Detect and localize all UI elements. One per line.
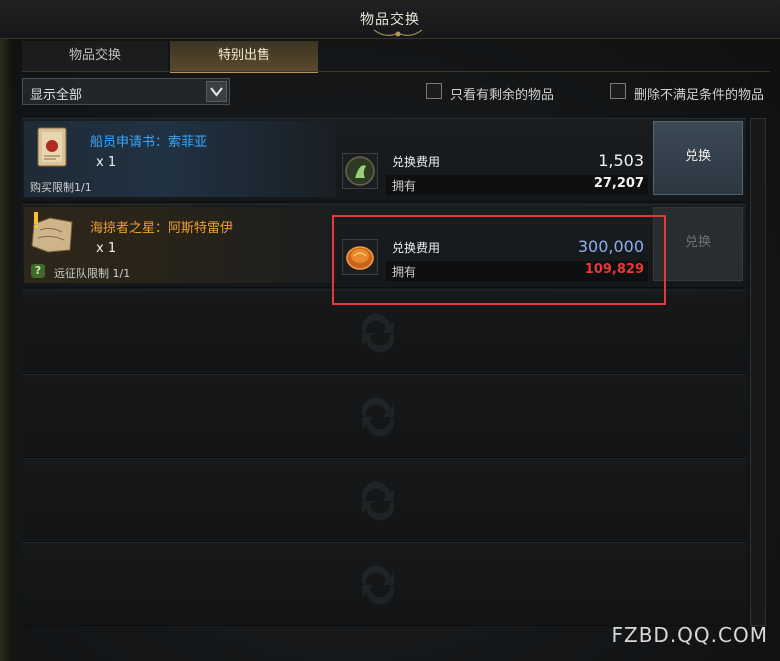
- item-info: 船员申请书：索菲亚 x 1 购买限制1/1: [24, 121, 336, 197]
- exchange-button[interactable]: 兑换: [653, 121, 743, 195]
- item-name: 船员申请书：索菲亚: [90, 135, 208, 150]
- filter-selected: 显示全部: [30, 88, 83, 103]
- site-watermark: FZBD.QQ.COM: [611, 623, 768, 647]
- item-quantity: x 1: [96, 241, 117, 256]
- tab-special-sale[interactable]: 特别出售: [170, 41, 318, 73]
- ornament-icon: [373, 29, 423, 37]
- exchange-arrows-icon: [361, 481, 395, 521]
- cost-label: 兑换费用: [392, 155, 441, 169]
- empty-slot: [22, 374, 746, 458]
- expedition-limit: 远征队限制 1/1: [54, 267, 131, 280]
- treasure-map-icon: [31, 212, 73, 253]
- exchange-arrows-icon: [361, 565, 395, 605]
- scroll-document-icon: [37, 127, 67, 167]
- item-quantity: x 1: [96, 155, 117, 170]
- checkbox-remaining-only[interactable]: [426, 83, 442, 99]
- purchase-limit: 购买限制1/1: [30, 181, 92, 194]
- tabs-divider: [22, 71, 770, 72]
- checkbox-remaining-only-label: 只看有剩余的物品: [450, 88, 555, 103]
- green-emblem-icon: [345, 156, 375, 186]
- owned-row: 拥有 27,207: [386, 175, 648, 195]
- empty-slot: [22, 458, 746, 542]
- empty-slot: [22, 542, 746, 626]
- checkbox-hide-unmet[interactable]: [610, 83, 626, 99]
- cost-currency-slot: [342, 153, 378, 189]
- exchange-arrows-icon: [361, 313, 395, 353]
- exchange-window: 物品交换 物品交换 特别出售 显示全部 只看有剩余的物品 删除不满足条件的物品: [0, 0, 780, 661]
- window-edge: [0, 36, 12, 661]
- tab-item-exchange[interactable]: 物品交换: [22, 41, 168, 71]
- title-bar: 物品交换: [0, 0, 780, 39]
- filter-dropdown[interactable]: 显示全部: [22, 78, 230, 105]
- window-title: 物品交换: [360, 12, 420, 28]
- list-scrollbar[interactable]: [750, 118, 766, 626]
- owned-value: 27,207: [593, 176, 644, 191]
- chevron-down-icon[interactable]: [206, 81, 227, 102]
- item-name: 海掠者之星：阿斯特雷伊: [90, 221, 234, 236]
- help-icon[interactable]: ?: [31, 264, 45, 278]
- list-item: 船员申请书：索菲亚 x 1 购买限制1/1 兑换费用 1,503 拥有 27,2…: [22, 118, 746, 202]
- exchange-button[interactable]: 兑换: [653, 207, 743, 281]
- owned-label: 拥有: [392, 179, 417, 193]
- checkbox-hide-unmet-label: 删除不满足条件的物品: [634, 88, 765, 103]
- cost-value: 1,503: [598, 151, 644, 170]
- cost-row: 兑换费用 1,503: [386, 151, 648, 171]
- item-info: 海掠者之星：阿斯特雷伊 x 1 ? 远征队限制 1/1: [24, 207, 336, 283]
- highlight-annotation: [332, 215, 666, 305]
- exchange-arrows-icon: [361, 397, 395, 437]
- item-list: 船员申请书：索菲亚 x 1 购买限制1/1 兑换费用 1,503 拥有 27,2…: [22, 118, 746, 626]
